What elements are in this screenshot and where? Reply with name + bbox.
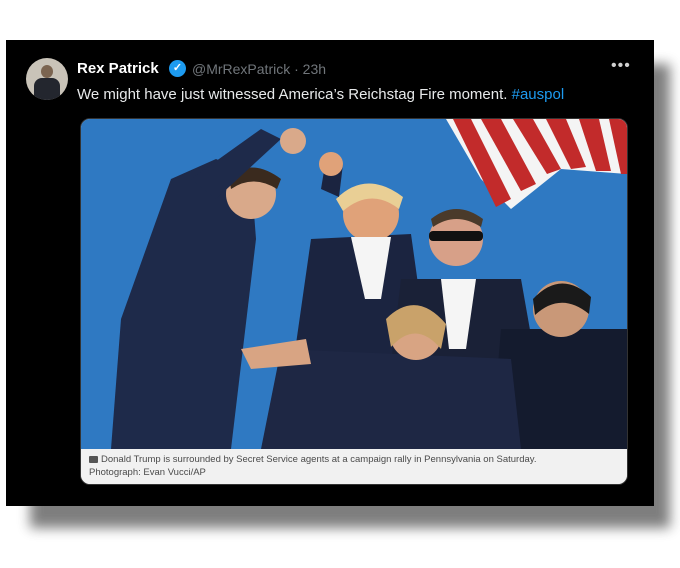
avatar[interactable] bbox=[26, 58, 68, 100]
separator: · bbox=[294, 61, 299, 77]
verified-badge-icon: ✓ bbox=[169, 60, 186, 77]
handle-and-time: @MrRexPatrick · 23h bbox=[192, 61, 326, 77]
tweet-body: We might have just witnessed America’s R… bbox=[77, 86, 508, 103]
avatar-head bbox=[41, 65, 53, 78]
photo-caption: Donald Trump is surrounded by Secret Ser… bbox=[89, 453, 619, 479]
photo-illustration bbox=[81, 119, 627, 449]
caption-line1: Donald Trump is surrounded by Secret Ser… bbox=[101, 454, 537, 465]
handle[interactable]: @MrRexPatrick bbox=[192, 61, 290, 77]
display-name[interactable]: Rex Patrick bbox=[77, 60, 159, 77]
tweet-text: We might have just witnessed America’s R… bbox=[77, 86, 564, 103]
more-horizontal-icon[interactable]: ••• bbox=[611, 57, 631, 75]
avatar-body bbox=[34, 78, 60, 100]
caption-bar: Donald Trump is surrounded by Secret Ser… bbox=[81, 449, 627, 484]
tweet-photo[interactable]: Donald Trump is surrounded by Secret Ser… bbox=[80, 118, 628, 485]
hashtag-link[interactable]: #auspol bbox=[512, 86, 565, 103]
timestamp[interactable]: 23h bbox=[303, 61, 326, 77]
tweet-card[interactable]: Rex Patrick ✓ @MrRexPatrick · 23h ••• We… bbox=[6, 40, 654, 506]
camera-icon bbox=[89, 455, 98, 463]
caption-line2: Photograph: Evan Vucci/AP bbox=[89, 467, 206, 478]
